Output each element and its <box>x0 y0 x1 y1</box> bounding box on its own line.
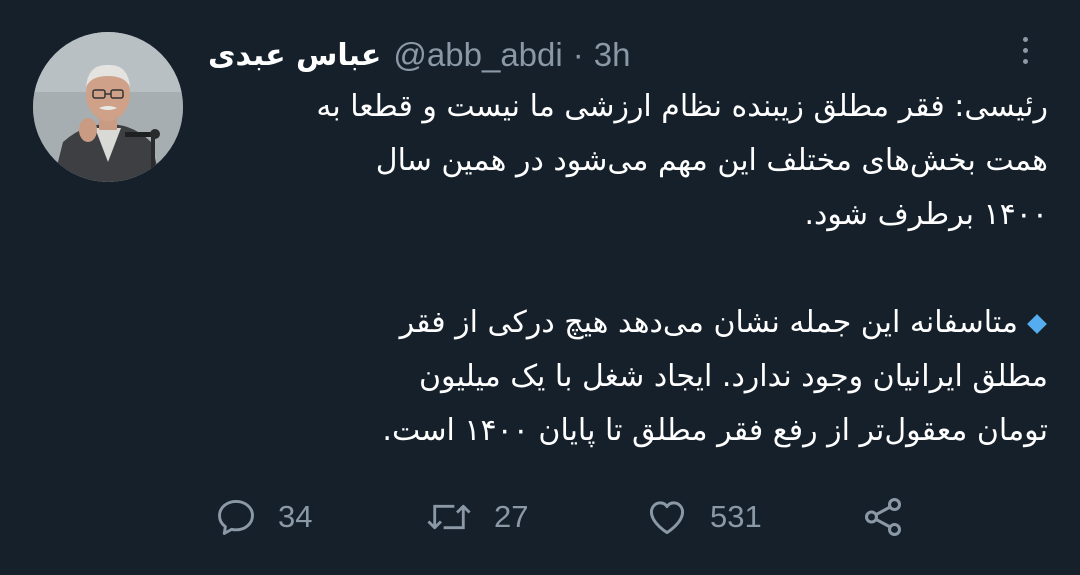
tweet-actions: 34 27 531 <box>208 492 1028 542</box>
text-line: رئیسی: فقر مطلق زیبنده نظام ارزشی ما نیس… <box>316 89 1048 124</box>
text-line: ۱۴۰۰ برطرف شود. <box>804 197 1049 232</box>
more-dot <box>1022 58 1028 64</box>
reply-count: 34 <box>278 499 313 534</box>
text-line: متاسفانه این جمله نشان می‌دهد هیچ درکی ا… <box>399 305 1018 340</box>
tweet-header: عباس عبدی @abb_abdi · 3h <box>208 30 630 80</box>
author-handle[interactable]: @abb_abdi <box>393 36 562 74</box>
tweet: عباس عبدی @abb_abdi · 3h رئیسی: فقر مطلق… <box>0 0 1080 575</box>
avatar[interactable] <box>33 32 183 182</box>
heart-icon <box>649 501 685 535</box>
tweet-timestamp[interactable]: 3h <box>594 36 631 74</box>
more-options-icon[interactable] <box>1010 30 1040 70</box>
like-button[interactable]: 531 <box>644 492 762 542</box>
tweet-text: رئیسی: فقر مطلق زیبنده نظام ارزشی ما نیس… <box>208 80 1048 458</box>
share-icon <box>864 498 902 536</box>
text-line: مطلق ایرانیان وجود ندارد. ایجاد شغل با ی… <box>419 359 1048 394</box>
profile-photo-icon <box>33 32 183 182</box>
paragraph-2: متاسفانه این جمله نشان می‌دهد هیچ درکی ا… <box>208 296 1048 458</box>
reply-icon <box>218 499 254 535</box>
retweet-button[interactable]: 27 <box>424 492 528 542</box>
retweet-count: 27 <box>494 499 529 534</box>
more-dot <box>1022 36 1028 42</box>
text-line: همت بخش‌های مختلف این مهم می‌شود در همین… <box>375 143 1048 178</box>
text-line: تومان معقول‌تر از رفع فقر مطلق تا پایان … <box>382 413 1048 448</box>
author-display-name[interactable]: عباس عبدی <box>208 38 381 73</box>
more-dot <box>1022 47 1028 53</box>
share-button[interactable] <box>860 492 906 542</box>
separator-dot: · <box>572 36 584 73</box>
reply-button[interactable]: 34 <box>214 492 312 542</box>
like-count: 531 <box>710 499 762 534</box>
retweet-icon <box>427 504 471 530</box>
blue-diamond-icon <box>1027 313 1047 334</box>
paragraph-1: رئیسی: فقر مطلق زیبنده نظام ارزشی ما نیس… <box>208 80 1048 242</box>
